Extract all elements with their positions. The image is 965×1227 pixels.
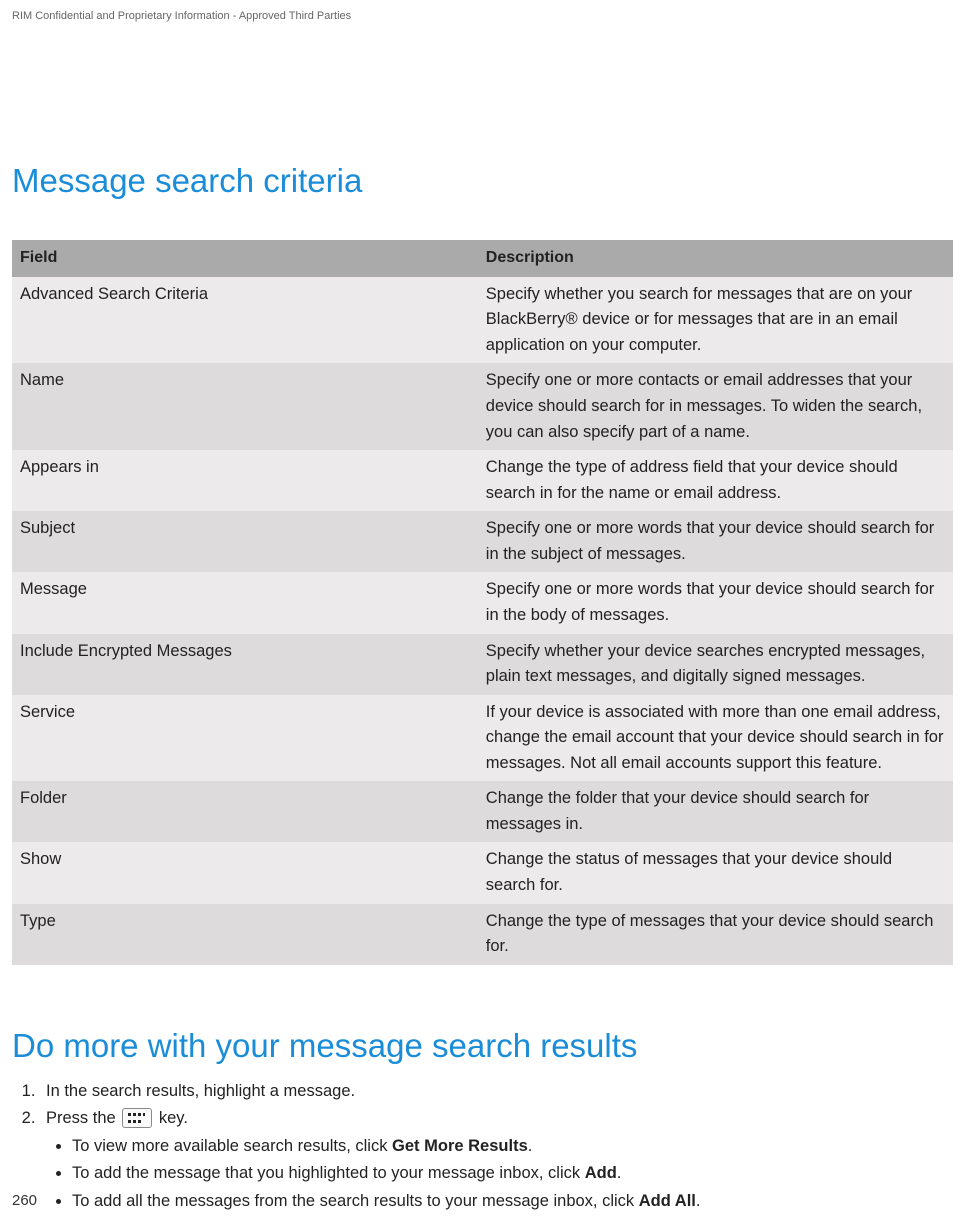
table-row: Name Specify one or more contacts or ema… [12,363,953,450]
bullet-list: To view more available search results, c… [46,1134,953,1215]
cell-description: Specify one or more contacts or email ad… [478,363,953,450]
cell-field: Subject [12,511,478,572]
bullet-bold: Add All [639,1192,696,1210]
th-description: Description [478,240,953,277]
bullet-pre: To add all the messages from the search … [72,1192,639,1210]
cell-description: If your device is associated with more t… [478,695,953,782]
list-item: Press the key. To view more available se… [40,1106,953,1214]
bullet-post: . [617,1164,622,1182]
cell-description: Change the type of messages that your de… [478,904,953,965]
bullet-bold: Get More Results [392,1137,528,1155]
table-row: Folder Change the folder that your devic… [12,781,953,842]
table-row: Service If your device is associated wit… [12,695,953,782]
menu-key-icon [122,1108,152,1128]
cell-description: Specify whether you search for messages … [478,277,953,364]
cell-field: Message [12,572,478,633]
table-row: Appears in Change the type of address fi… [12,450,953,511]
list-item: In the search results, highlight a messa… [40,1079,953,1105]
bullet-post: . [696,1192,701,1210]
table-row: Include Encrypted Messages Specify wheth… [12,634,953,695]
page-title-1: Message search criteria [12,162,953,200]
cell-field: Name [12,363,478,450]
cell-field: Advanced Search Criteria [12,277,478,364]
table-row: Message Specify one or more words that y… [12,572,953,633]
header-confidential: RIM Confidential and Proprietary Informa… [12,10,953,22]
bullet-pre: To view more available search results, c… [72,1137,392,1155]
table-row: Type Change the type of messages that yo… [12,904,953,965]
cell-field: Show [12,842,478,903]
step-text-post: key. [154,1109,188,1127]
step-text-pre: Press the [46,1109,120,1127]
cell-description: Specify one or more words that your devi… [478,511,953,572]
bullet-pre: To add the message that you highlighted … [72,1164,585,1182]
cell-field: Appears in [12,450,478,511]
page-number: 260 [12,1192,37,1209]
table-row: Subject Specify one or more words that y… [12,511,953,572]
bullet-post: . [528,1137,533,1155]
steps-list: In the search results, highlight a messa… [12,1079,953,1215]
cell-field: Folder [12,781,478,842]
cell-description: Specify one or more words that your devi… [478,572,953,633]
cell-field: Include Encrypted Messages [12,634,478,695]
criteria-table: Field Description Advanced Search Criter… [12,240,953,965]
cell-description: Specify whether your device searches enc… [478,634,953,695]
page-title-2: Do more with your message search results [12,1027,953,1065]
cell-description: Change the folder that your device shoul… [478,781,953,842]
cell-description: Change the type of address field that yo… [478,450,953,511]
bullet-bold: Add [585,1164,617,1182]
table-row: Advanced Search Criteria Specify whether… [12,277,953,364]
cell-description: Change the status of messages that your … [478,842,953,903]
list-item: To add the message that you highlighted … [72,1161,953,1187]
table-row: Show Change the status of messages that … [12,842,953,903]
th-field: Field [12,240,478,277]
list-item: To add all the messages from the search … [72,1189,953,1215]
cell-field: Type [12,904,478,965]
cell-field: Service [12,695,478,782]
list-item: To view more available search results, c… [72,1134,953,1160]
